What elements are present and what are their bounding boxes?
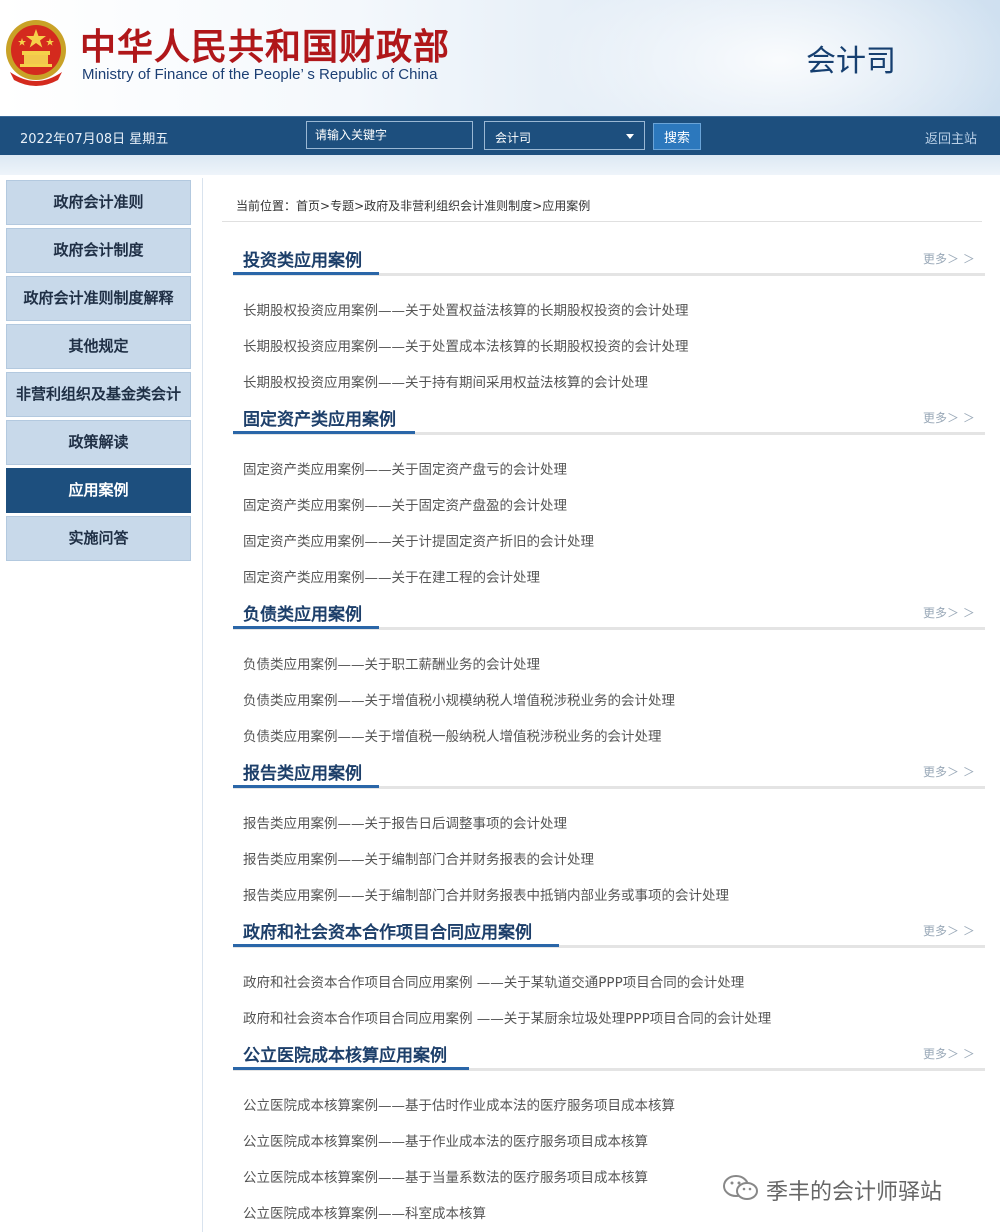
section-title-underline	[233, 626, 379, 629]
list-item[interactable]: 固定资产类应用案例——关于在建工程的会计处理	[243, 566, 540, 586]
section-title-underline	[233, 272, 379, 275]
list-item[interactable]: 报告类应用案例——关于编制部门合并财务报表的会计处理	[243, 848, 594, 868]
list-item[interactable]: 政府和社会资本合作项目合同应用案例 ——关于某厨余垃圾处理PPP项目合同的会计处…	[243, 1007, 771, 1027]
section-title: 政府和社会资本合作项目合同应用案例	[243, 923, 532, 943]
sidebar-item-standards-interpretation[interactable]: 政府会计准则制度解释	[6, 276, 191, 321]
list-item[interactable]: 公立医院成本核算案例——基于当量系数法的医疗服务项目成本核算	[243, 1166, 648, 1186]
watermark: 季丰的会计师驿站	[722, 1172, 982, 1205]
list-item[interactable]: 负债类应用案例——关于增值税小规模纳税人增值税涉税业务的会计处理	[243, 689, 675, 709]
list-item[interactable]: 长期股权投资应用案例——关于处置成本法核算的长期股权投资的会计处理	[243, 335, 689, 355]
list-item[interactable]: 固定资产类应用案例——关于固定资产盘亏的会计处理	[243, 458, 567, 478]
list-item[interactable]: 公立医院成本核算案例——科室成本核算	[243, 1202, 486, 1222]
search-scope-select[interactable]: 会计司	[484, 121, 645, 150]
list-item[interactable]: 负债类应用案例——关于职工薪酬业务的会计处理	[243, 653, 540, 673]
current-date: 2022年07月08日 星期五	[20, 132, 169, 147]
chevron-down-icon	[626, 134, 634, 139]
sidebar-item-nonprofit-fund-accounting[interactable]: 非营利组织及基金类会计	[6, 372, 191, 417]
list-item[interactable]: 报告类应用案例——关于报告日后调整事项的会计处理	[243, 812, 567, 832]
sidebar-item-gov-accounting-system[interactable]: 政府会计制度	[6, 228, 191, 273]
more-link[interactable]: 更多＞ ＞	[923, 922, 975, 939]
sidebar-item-implementation-qa[interactable]: 实施问答	[6, 516, 191, 561]
more-link[interactable]: 更多＞ ＞	[923, 763, 975, 780]
search-input[interactable]	[306, 121, 473, 149]
section-title: 投资类应用案例	[243, 251, 362, 271]
list-item[interactable]: 公立医院成本核算案例——基于作业成本法的医疗服务项目成本核算	[243, 1130, 648, 1150]
header-glow	[520, 0, 1000, 116]
list-item[interactable]: 固定资产类应用案例——关于固定资产盘盈的会计处理	[243, 494, 567, 514]
section-title: 报告类应用案例	[243, 764, 362, 784]
breadcrumb-current[interactable]: 应用案例	[542, 199, 590, 213]
list-item[interactable]: 报告类应用案例——关于编制部门合并财务报表中抵销内部业务或事项的会计处理	[243, 884, 729, 904]
wechat-icon	[723, 1175, 758, 1200]
breadcrumb-home[interactable]: 首页	[296, 199, 320, 213]
section-title-underline	[233, 431, 415, 434]
section-title: 公立医院成本核算应用案例	[243, 1046, 447, 1066]
list-item[interactable]: 公立医院成本核算案例——基于估时作业成本法的医疗服务项目成本核算	[243, 1094, 675, 1114]
sidebar-item-application-cases[interactable]: 应用案例	[6, 468, 191, 513]
site-header: 中华人民共和国财政部 Ministry of Finance of the Pe…	[0, 0, 1000, 116]
return-home-link[interactable]: 返回主站	[925, 128, 977, 147]
section-title: 固定资产类应用案例	[243, 410, 396, 430]
more-link[interactable]: 更多＞ ＞	[923, 604, 975, 621]
sidebar-item-policy-interpretation[interactable]: 政策解读	[6, 420, 191, 465]
more-link[interactable]: 更多＞ ＞	[923, 409, 975, 426]
more-link[interactable]: 更多＞ ＞	[923, 1045, 975, 1062]
search-scope-value: 会计司	[495, 131, 532, 145]
list-item[interactable]: 负债类应用案例——关于增值税一般纳税人增值税涉税业务的会计处理	[243, 725, 662, 745]
sidebar-item-gov-accounting-standards[interactable]: 政府会计准则	[6, 180, 191, 225]
breadcrumb: 当前位置：首页>专题>政府及非营利组织会计准则制度>应用案例	[236, 199, 591, 213]
header-band	[0, 155, 1000, 175]
breadcrumb-topics[interactable]: 专题	[330, 199, 354, 213]
site-title-cn: 中华人民共和国财政部	[80, 27, 451, 68]
list-item[interactable]: 长期股权投资应用案例——关于持有期间采用权益法核算的会计处理	[243, 371, 648, 391]
section-title-underline	[233, 785, 379, 788]
section-title: 负债类应用案例	[243, 605, 362, 625]
sidebar-nav: 政府会计准则 政府会计制度 政府会计准则制度解释 其他规定 非营利组织及基金类会…	[6, 180, 192, 564]
national-emblem-icon	[6, 20, 66, 86]
breadcrumb-gov-nonprofit[interactable]: 政府及非营利组织会计准则制度	[364, 199, 532, 213]
site-title-en: Ministry of Finance of the People’ s Rep…	[82, 66, 438, 83]
content-divider	[202, 178, 203, 1232]
top-navigation-bar: 2022年07月08日 星期五 会计司 搜索 返回主站	[0, 116, 1000, 155]
section-title-underline	[233, 1067, 469, 1070]
watermark-text: 季丰的会计师驿站	[766, 1180, 943, 1205]
section-title-underline	[233, 944, 559, 947]
list-item[interactable]: 长期股权投资应用案例——关于处置权益法核算的长期股权投资的会计处理	[243, 299, 689, 319]
breadcrumb-divider	[222, 221, 982, 222]
sidebar-item-other-rules[interactable]: 其他规定	[6, 324, 191, 369]
list-item[interactable]: 固定资产类应用案例——关于计提固定资产折旧的会计处理	[243, 530, 594, 550]
search-button[interactable]: 搜索	[653, 123, 701, 150]
department-name: 会计司	[806, 44, 896, 79]
list-item[interactable]: 政府和社会资本合作项目合同应用案例 ——关于某轨道交通PPP项目合同的会计处理	[243, 971, 744, 991]
breadcrumb-prefix: 当前位置：	[236, 199, 297, 213]
more-link[interactable]: 更多＞ ＞	[923, 250, 975, 267]
